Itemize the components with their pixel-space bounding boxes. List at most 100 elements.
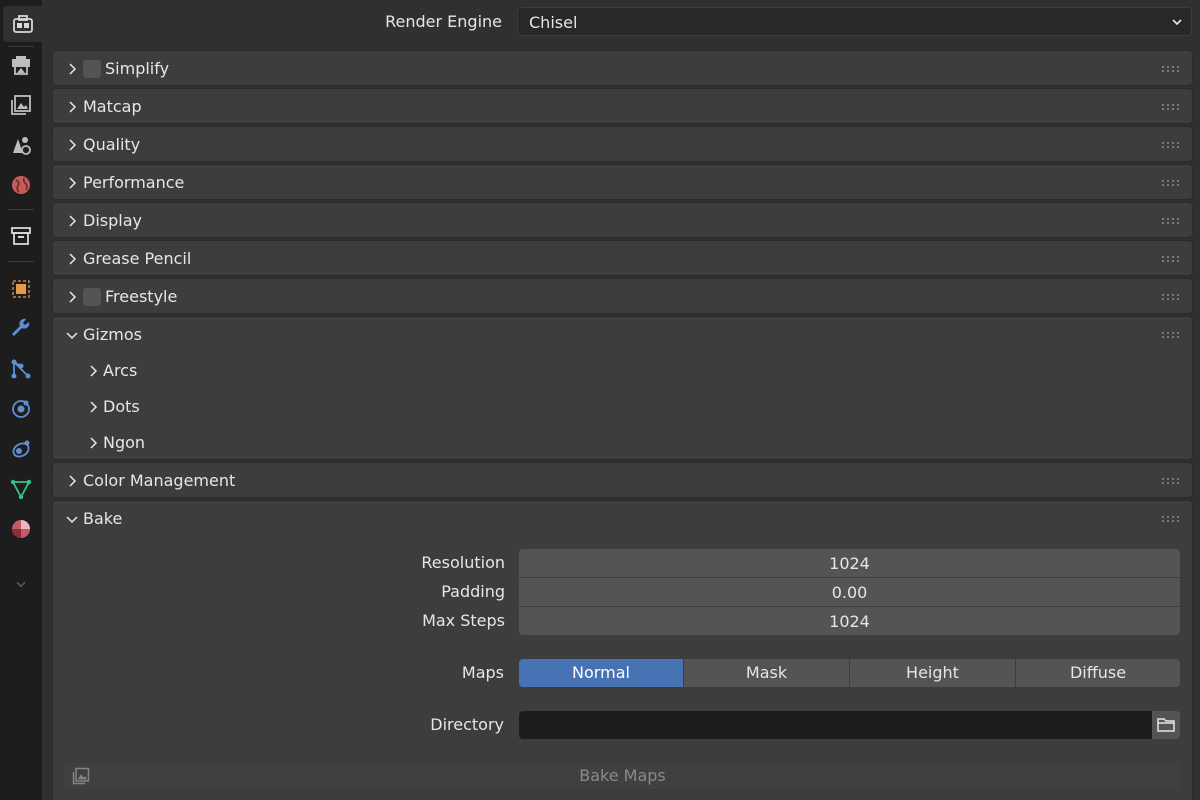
panel-title: Color Management [83,471,236,490]
scene-shapes-icon [13,137,31,155]
drag-grip-icon[interactable] [1162,142,1180,148]
panel-gizmos: Gizmos Arcs Dots Ngon [52,316,1193,460]
object-tab[interactable] [3,271,39,307]
drag-grip-icon[interactable] [1162,104,1180,110]
drag-grip-icon[interactable] [1162,256,1180,262]
directory-browse-button[interactable] [1152,711,1180,739]
render-engine-label: Render Engine [385,12,502,31]
box-archive-icon [11,227,31,245]
max-steps-field[interactable]: 1024 [519,607,1180,635]
drag-grip-icon[interactable] [1162,66,1180,72]
printer-icon [12,56,30,75]
panel-performance: Performance [52,164,1193,200]
panel-title: Bake [83,509,123,528]
scene-tab[interactable] [3,127,39,163]
chevron-down-icon [16,581,26,588]
panel-color-management-header[interactable]: Color Management [53,463,1192,499]
view-layer-tab[interactable] [3,87,39,123]
subpanel-title: Arcs [103,361,138,380]
simplify-checkbox[interactable] [83,60,101,78]
chevron-right-icon [69,215,77,227]
properties-tab-strip [0,0,42,800]
material-tab[interactable] [3,511,39,547]
chevron-right-icon [90,437,98,449]
resolution-label: Resolution [421,553,505,572]
wrench-icon [12,318,30,336]
panel-performance-header[interactable]: Performance [53,165,1192,201]
maps-option-mask[interactable]: Mask [684,659,849,687]
panel-quality: Quality [52,126,1193,162]
physics-tab[interactable] [3,391,39,427]
subpanel-dots[interactable]: Dots [53,389,1192,425]
maps-option-height[interactable]: Height [850,659,1015,687]
tool-tab[interactable] [3,6,42,42]
panel-color-management: Color Management [52,462,1193,498]
panel-gizmos-header[interactable]: Gizmos [53,317,1192,353]
bake-maps-button[interactable]: Bake Maps [65,763,1180,789]
panel-display: Display [52,202,1193,238]
panel-display-header[interactable]: Display [53,203,1192,239]
constraints-tab[interactable] [3,431,39,467]
render-engine-row: Render Engine Chisel [42,7,1192,36]
panel-grease-pencil-header[interactable]: Grease Pencil [53,241,1192,277]
max-steps-label: Max Steps [422,611,505,630]
chevron-down-icon [66,516,78,524]
panel-title: Display [83,211,142,230]
padding-field[interactable]: 0.00 [519,578,1180,606]
chevron-right-icon [69,253,77,265]
drag-grip-icon[interactable] [1162,294,1180,300]
bake-maps-label: Bake Maps [579,766,666,785]
resolution-field[interactable]: 1024 [519,549,1180,577]
object-square-icon [12,280,30,298]
chevron-right-icon [69,63,77,75]
directory-label: Directory [430,715,504,734]
chevron-right-icon [69,101,77,113]
maps-option-normal[interactable]: Normal [519,659,683,687]
drag-grip-icon[interactable] [1162,478,1180,484]
drag-grip-icon[interactable] [1162,218,1180,224]
panel-title: Quality [83,135,141,154]
panel-title: Matcap [83,97,142,116]
panel-freestyle-header[interactable]: Freestyle [53,279,1192,315]
panel-quality-header[interactable]: Quality [53,127,1192,163]
drag-grip-icon[interactable] [1162,332,1180,338]
chevron-right-icon [69,475,77,487]
particles-tab[interactable] [3,351,39,387]
render-engine-dropdown[interactable]: Chisel [517,7,1192,36]
maps-segmented-control: Normal Mask Height Diffuse [519,659,1180,687]
drag-grip-icon[interactable] [1162,516,1180,522]
chevron-down-icon [66,332,78,340]
bake-labels-column: Resolution Padding Max Steps [53,550,505,638]
chevron-down-icon [1172,19,1182,26]
padding-label: Padding [441,582,505,601]
material-sphere-icon [12,520,30,538]
chevron-right-icon [69,177,77,189]
collapse-tabs-toggle[interactable] [3,566,39,602]
subpanel-title: Dots [103,397,140,416]
panel-bake: Bake Resolution Padding Max Steps 1024 0… [52,500,1193,800]
output-tab[interactable] [3,47,39,83]
image-stack-icon [11,95,31,115]
chevron-right-icon [90,365,98,377]
drag-grip-icon[interactable] [1162,180,1180,186]
panel-title: Gizmos [83,325,142,344]
render-properties-editor: Render Engine Chisel Simplify Matcap Qua… [42,0,1200,800]
maps-label: Maps [461,663,504,682]
panel-simplify-header[interactable]: Simplify [53,51,1192,87]
panel-bake-header[interactable]: Bake [53,501,1192,537]
mesh-triangle-icon [10,479,32,500]
directory-input[interactable] [519,711,1152,739]
panel-title: Freestyle [105,287,178,306]
panel-simplify: Simplify [52,50,1193,86]
subpanel-arcs[interactable]: Arcs [53,353,1192,389]
panel-freestyle: Freestyle [52,278,1193,314]
data-tab[interactable] [3,471,39,507]
world-tab[interactable] [3,167,39,203]
maps-option-diffuse[interactable]: Diffuse [1016,659,1180,687]
collection-tab[interactable] [3,218,39,254]
panel-matcap-header[interactable]: Matcap [53,89,1192,125]
modifiers-tab[interactable] [3,311,39,347]
freestyle-checkbox[interactable] [83,288,101,306]
panel-grease-pencil: Grease Pencil [52,240,1193,276]
subpanel-ngon[interactable]: Ngon [53,425,1192,461]
